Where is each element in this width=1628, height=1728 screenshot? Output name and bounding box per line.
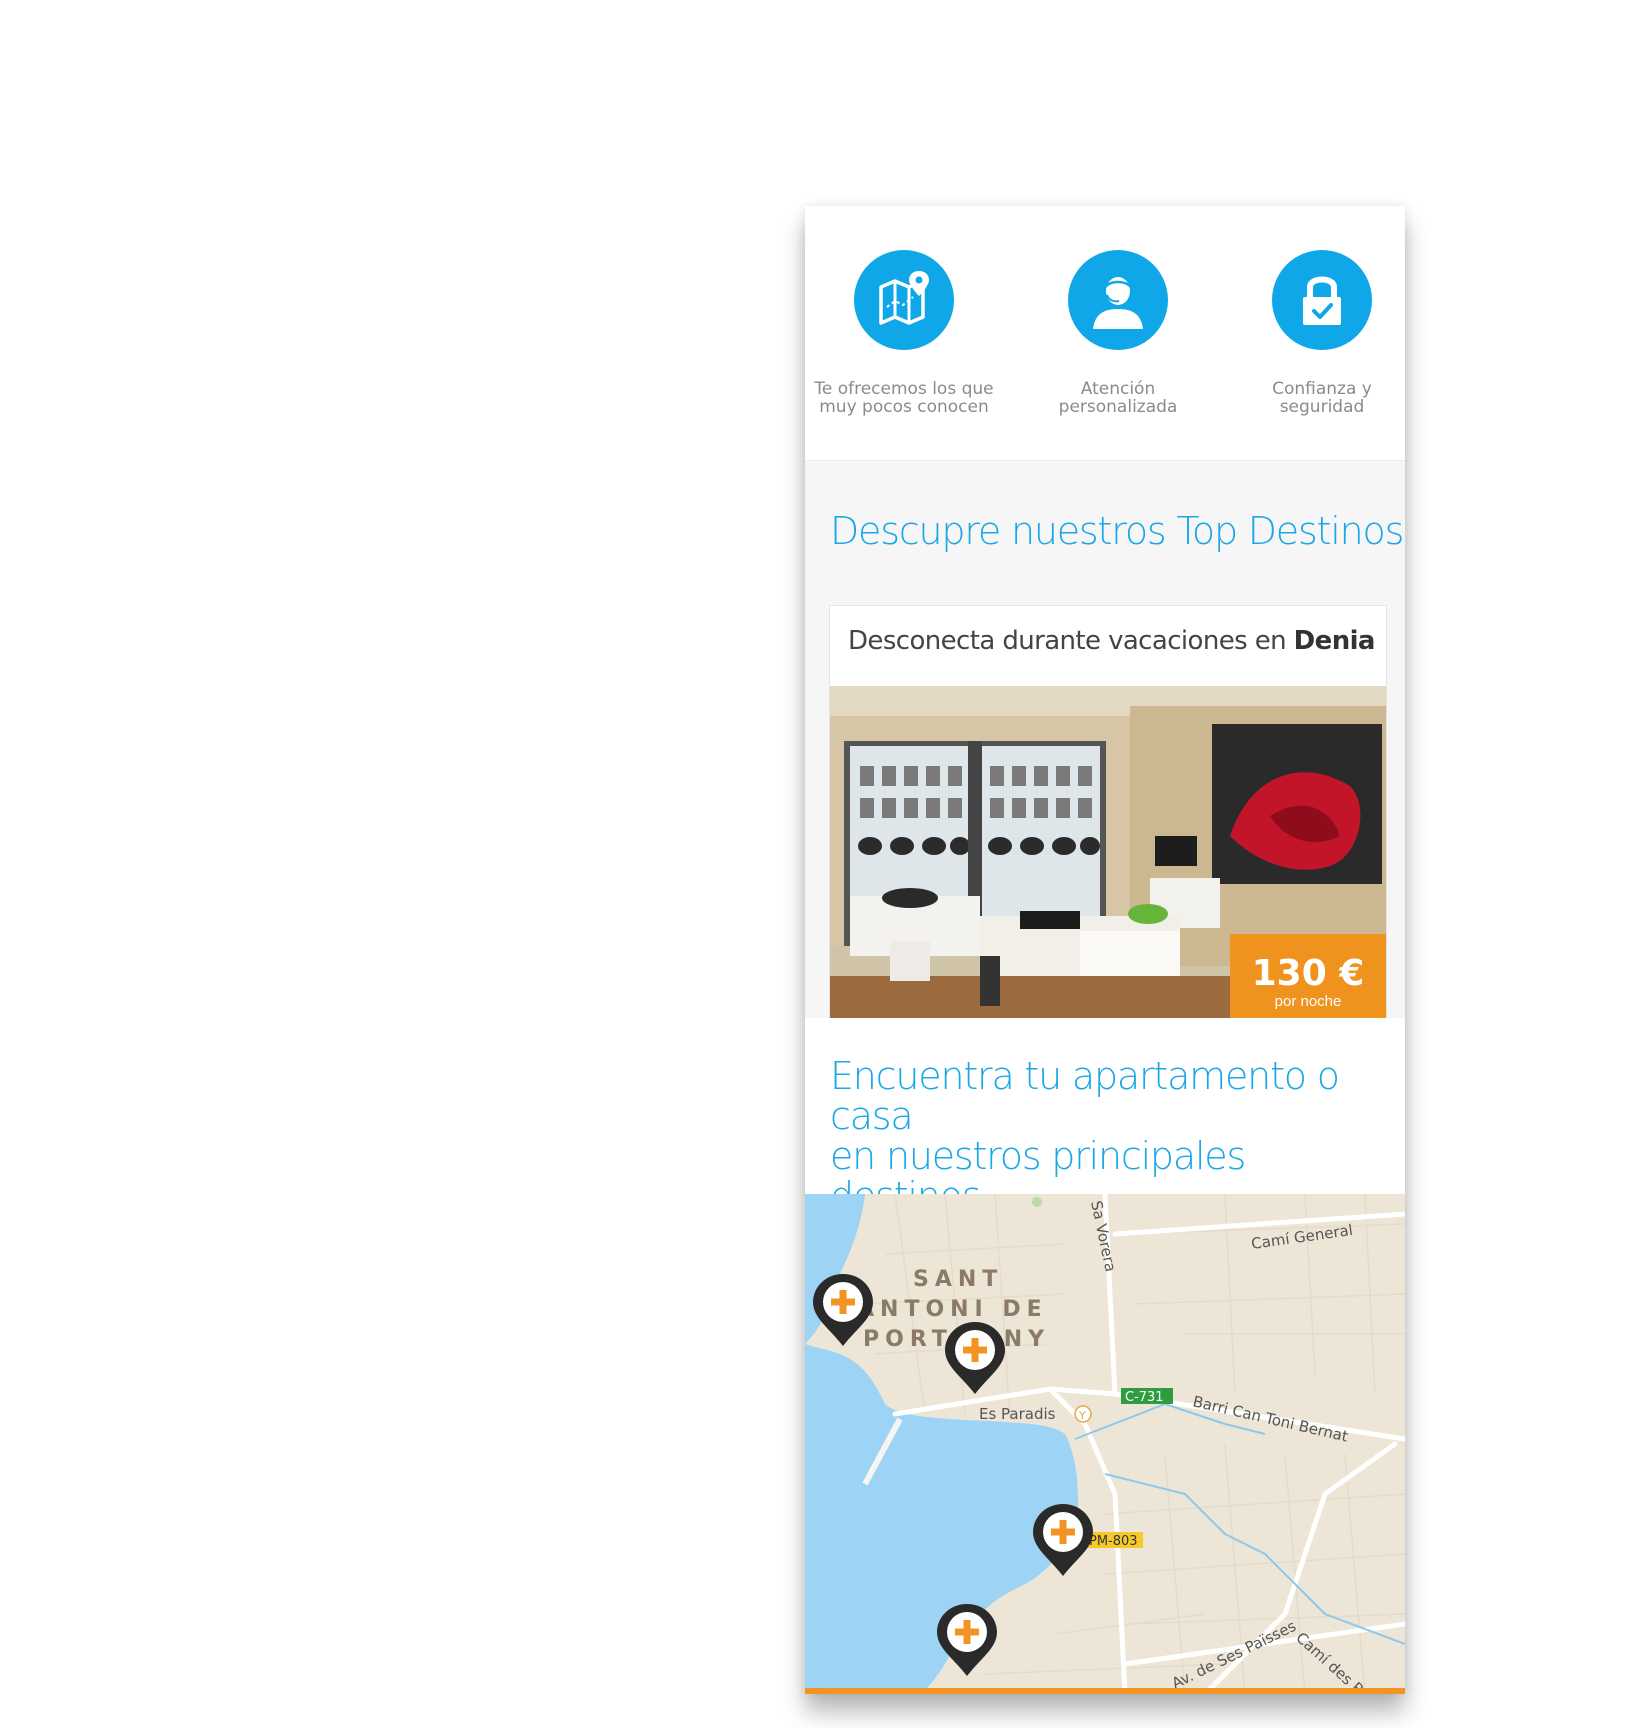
- features-section: Te ofrecemos los que muy pocos conocen A…: [805, 206, 1405, 460]
- feature-label-line: seguridad: [1279, 397, 1365, 417]
- feature-personal-attention: Atención personalizada: [1023, 250, 1213, 416]
- svg-text:Y: Y: [1078, 1409, 1086, 1422]
- feature-local-knowledge: Te ofrecemos los que muy pocos conocen: [809, 250, 999, 416]
- price-amount: 130 €: [1251, 953, 1365, 994]
- feature-label-line: Atención: [1080, 379, 1156, 399]
- destinations-map[interactable]: SANT ANTONI DE PORTMANY Sa Vorera Camí G…: [805, 1194, 1405, 1694]
- map-town-label: SANT: [913, 1267, 1003, 1292]
- price-unit: por noche: [1274, 993, 1342, 1010]
- feature-label-line: Confianza y: [1272, 379, 1372, 399]
- top-destinations-section: Descupre nuestros Top Destinos Desconect…: [805, 460, 1405, 1020]
- support-agent-icon: [1068, 250, 1168, 350]
- destination-title-prefix: Desconecta durante vacaciones en: [848, 626, 1294, 656]
- feature-trust-security: Confianza y seguridad: [1227, 250, 1405, 416]
- mobile-page: Te ofrecemos los que muy pocos conocen A…: [805, 206, 1405, 1694]
- top-destinations-heading: Descupre nuestros Top Destinos: [830, 509, 1404, 553]
- road-shield-label: PM-803: [1089, 1534, 1138, 1549]
- map-canvas[interactable]: SANT ANTONI DE PORTMANY Sa Vorera Camí G…: [805, 1194, 1405, 1694]
- find-property-heading-line: Encuentra tu apartamento o casa: [830, 1054, 1340, 1138]
- map-pin-icon: [854, 250, 954, 350]
- find-property-section: Encuentra tu apartamento o casa en nuest…: [805, 1018, 1405, 1216]
- footer-accent-bar: [805, 1688, 1405, 1694]
- map-town-label: ANTONI DE: [857, 1297, 1048, 1322]
- destination-city: Denia: [1293, 626, 1376, 656]
- feature-label-line: Te ofrecemos los que: [814, 379, 994, 399]
- road-shield-label: C-731: [1125, 1390, 1164, 1405]
- destination-card-title[interactable]: Desconecta durante vacaciones en Denia: [848, 626, 1375, 656]
- feature-label-line: personalizada: [1058, 397, 1178, 417]
- destination-card[interactable]: Desconecta durante vacaciones en Denia 1…: [829, 605, 1387, 1020]
- price-badge: 130 € por noche: [1230, 934, 1386, 1020]
- destination-photo[interactable]: 130 € por noche: [830, 686, 1386, 1020]
- lock-check-icon: [1272, 250, 1372, 350]
- feature-label-line: muy pocos conocen: [819, 397, 989, 417]
- find-property-heading: Encuentra tu apartamento o casa en nuest…: [830, 1056, 1405, 1216]
- map-place-label: Es Paradis: [979, 1405, 1056, 1423]
